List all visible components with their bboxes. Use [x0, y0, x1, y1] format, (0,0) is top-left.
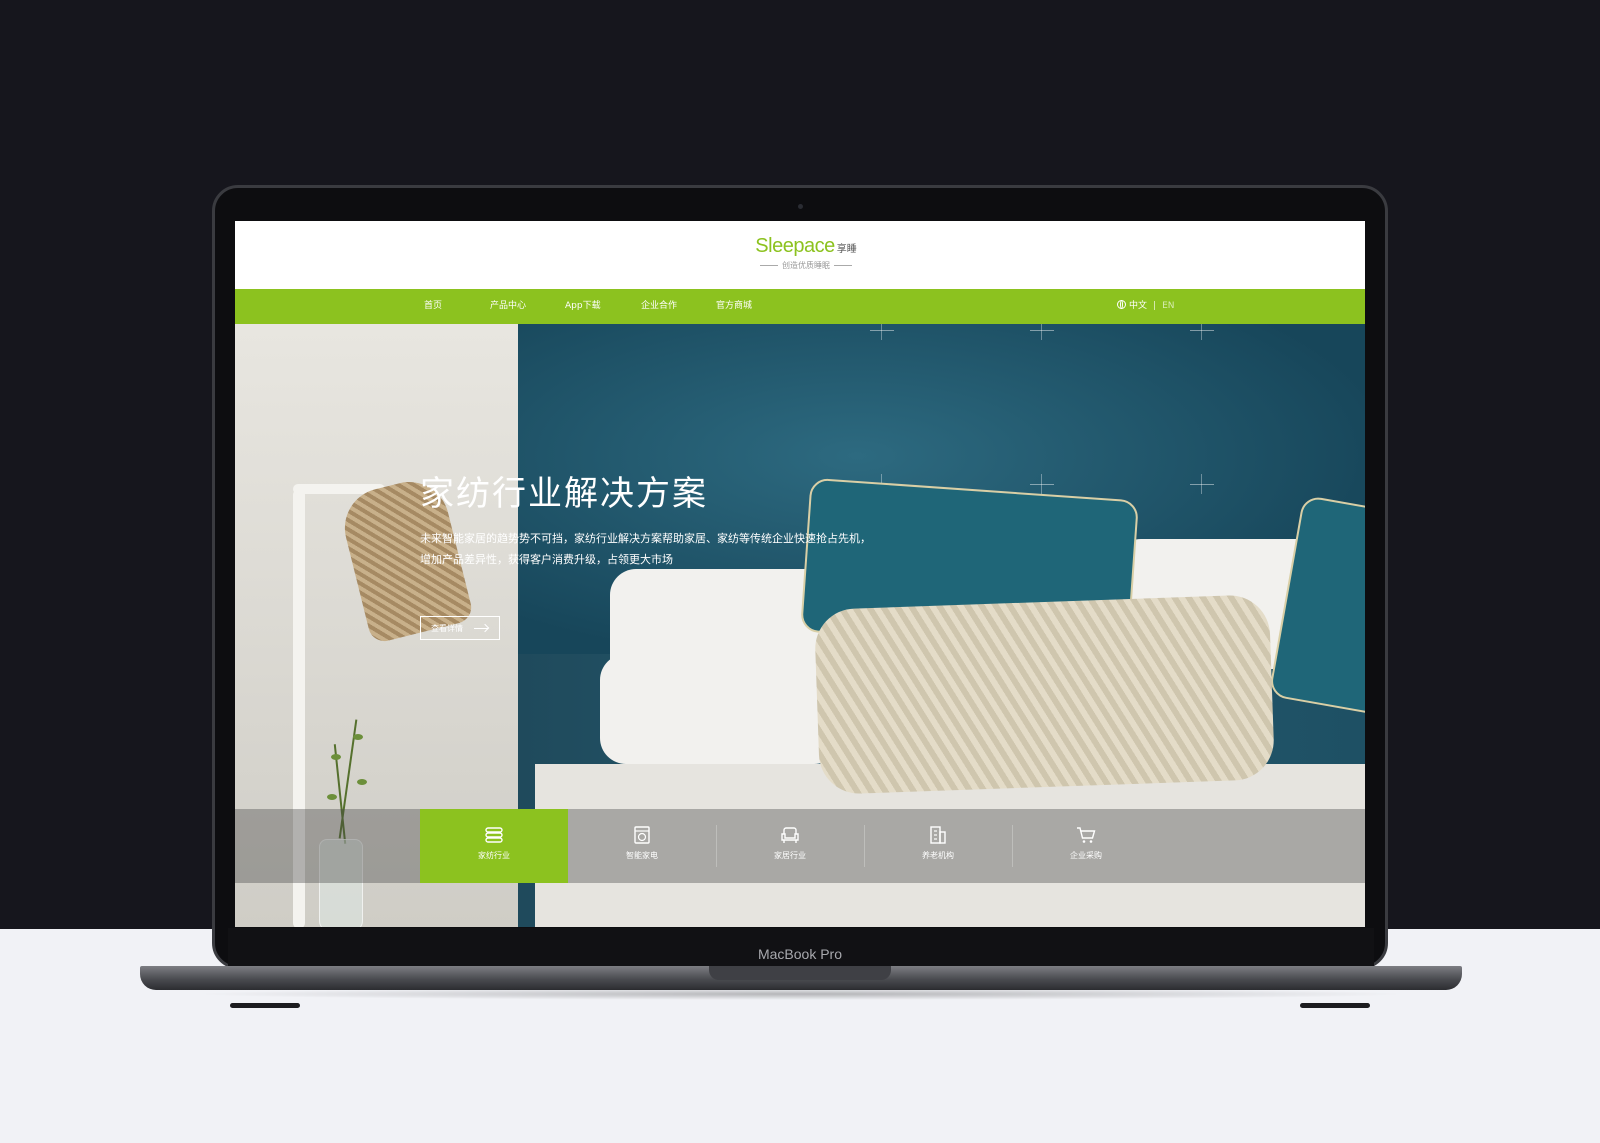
logo-tagline: 创造优质睡眠 — [751, 260, 861, 271]
nav-item-home[interactable]: 首页 — [424, 289, 442, 324]
bedding-icon — [485, 827, 503, 843]
appliance-icon — [634, 826, 650, 844]
device-brand-label: MacBook Pro — [757, 946, 843, 962]
lang-cn[interactable]: 中文 — [1129, 301, 1147, 311]
lang-separator: | — [1153, 301, 1157, 311]
sofa-icon — [781, 827, 799, 843]
camera — [798, 204, 803, 209]
cart-icon — [1077, 827, 1096, 843]
solution-tabs: 家纺行业 智能家电 家居行业 养老机构 企业采购 — [235, 809, 1365, 883]
nav-item-products[interactable]: 产品中心 — [490, 289, 526, 324]
hero-pillow — [600, 654, 840, 764]
tab-label: 家纺行业 — [478, 851, 510, 860]
globe-icon — [1117, 300, 1126, 309]
main-nav: 首页 产品中心 App下载 企业合作 官方商城 中文 | EN — [235, 289, 1365, 324]
laptop-foot — [1300, 1003, 1370, 1008]
laptop-foot — [230, 1003, 300, 1008]
nav-item-store[interactable]: 官方商城 — [716, 289, 752, 324]
hero-description: 未来智能家居的趋势势不可挡，家纺行业解决方案帮助家居、家纺等传统企业快速抢占先机… — [420, 532, 871, 566]
view-details-label: 查看详情 — [431, 624, 463, 633]
tab-label: 养老机构 — [922, 851, 954, 860]
tab-label: 家居行业 — [774, 851, 806, 860]
building-icon — [930, 826, 946, 844]
laptop-shadow — [190, 988, 1412, 1000]
browser-screen: Sleepace 享睡 创造优质睡眠 首页 产品中心 App下载 企业合作 官方商… — [235, 221, 1365, 927]
nav-item-cooperation[interactable]: 企业合作 — [641, 289, 677, 324]
lang-en[interactable]: EN — [1162, 301, 1174, 311]
logo-cn: 享睡 — [836, 244, 857, 255]
hero-title: 家纺行业解决方案 — [420, 474, 708, 514]
logo-text: Sleepace — [755, 235, 835, 257]
tab-smart-appliance[interactable]: 智能家电 — [568, 809, 716, 883]
tab-label: 智能家电 — [626, 851, 658, 860]
site-header: Sleepace 享睡 创造优质睡眠 — [235, 221, 1365, 289]
laptop-notch — [709, 966, 891, 980]
view-details-button[interactable]: 查看详情 — [420, 616, 500, 640]
arrow-right-icon — [474, 628, 488, 629]
site-logo[interactable]: Sleepace 享睡 创造优质睡眠 — [751, 235, 861, 271]
tagline-text: 创造优质睡眠 — [782, 261, 830, 270]
tab-home-furnishing[interactable]: 家居行业 — [716, 809, 864, 883]
language-switch: 中文 | EN — [1117, 289, 1174, 324]
tab-label: 企业采购 — [1070, 851, 1102, 860]
hero-banner: 家纺行业解决方案 未来智能家居的趋势势不可挡，家纺行业解决方案帮助家居、家纺等传… — [235, 324, 1365, 927]
tab-home-textile[interactable]: 家纺行业 — [420, 809, 568, 883]
tab-elderly-care[interactable]: 养老机构 — [864, 809, 1012, 883]
hero-knit-pillow — [813, 594, 1276, 795]
nav-item-app-download[interactable]: App下载 — [565, 289, 601, 324]
tab-enterprise-purchase[interactable]: 企业采购 — [1012, 809, 1160, 883]
